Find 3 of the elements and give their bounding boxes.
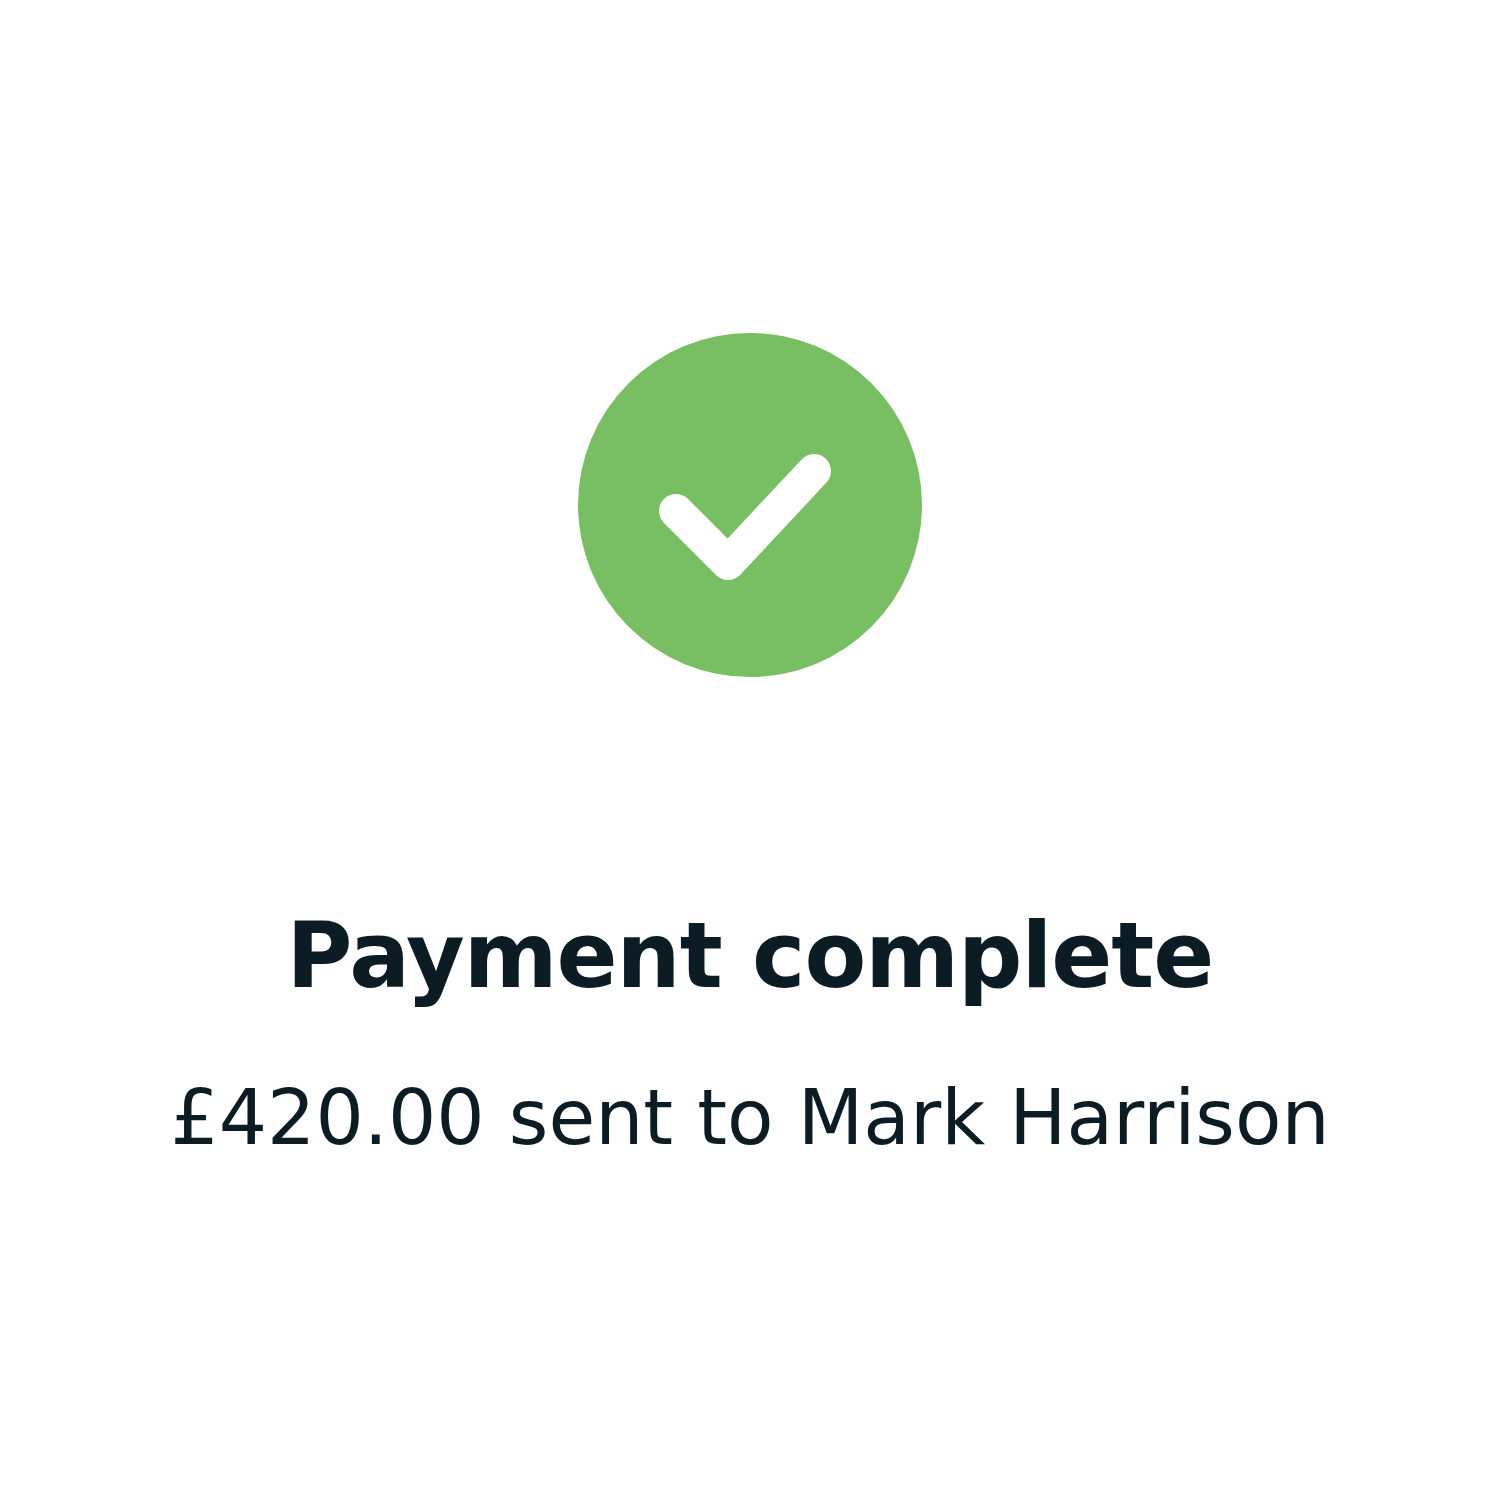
confirmation-message: £420.00 sent to Mark Harrison — [170, 1072, 1330, 1164]
success-check-icon — [578, 333, 922, 677]
confirmation-title: Payment complete — [286, 902, 1214, 1010]
